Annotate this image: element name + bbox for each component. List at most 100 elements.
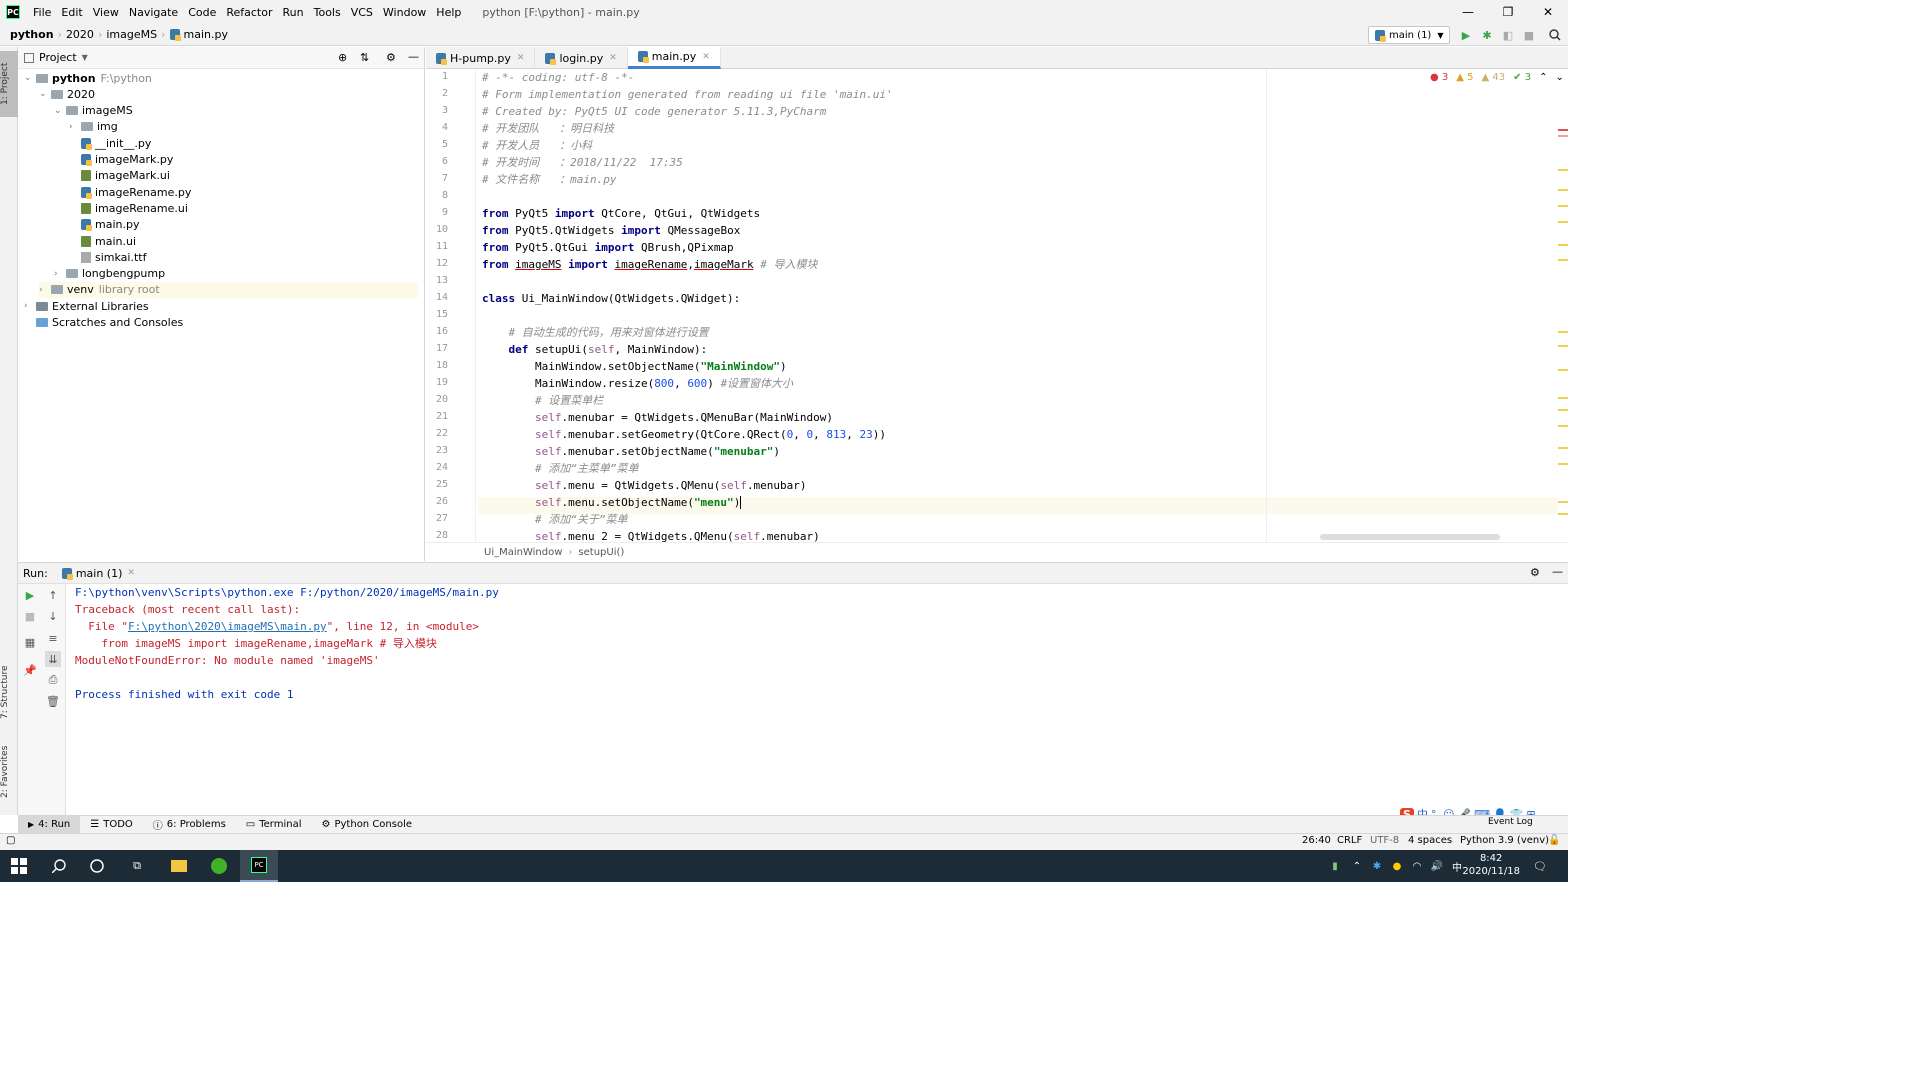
tree-item[interactable]: ⌄ python F:\python <box>24 70 152 86</box>
tree-item[interactable]: imageRename.ui <box>69 200 188 216</box>
battery-icon[interactable]: ▮ <box>1328 850 1342 882</box>
tab-event-log[interactable]: Event Log <box>1488 817 1533 827</box>
chevron-down-icon[interactable]: ⌄ <box>24 73 36 83</box>
menu-file[interactable]: File <box>28 6 56 19</box>
layout-toggle-icon[interactable]: ▢ <box>6 835 15 846</box>
inspection-widget[interactable]: ● 3 ▲ 5 ▲ 43 ✔ 3 ⌃ ⌄ <box>1430 72 1564 83</box>
gear-icon[interactable]: ⚙ <box>1530 566 1540 579</box>
breadcrumb-2020[interactable]: 2020 <box>66 28 94 41</box>
debug-icon[interactable]: ✱ <box>1480 28 1494 42</box>
tree-item[interactable]: simkai.ttf <box>69 249 146 265</box>
run-configuration-select[interactable]: main (1) ▼ <box>1368 26 1450 44</box>
tab-login-py[interactable]: login.py ✕ <box>535 47 628 69</box>
hide-panel-icon[interactable]: — <box>408 50 419 63</box>
chevron-right-icon[interactable]: › <box>24 301 36 311</box>
collapse-all-icon[interactable]: ⇅ <box>360 51 369 64</box>
tree-item[interactable]: Scratches and Consoles <box>24 315 183 331</box>
menu-refactor[interactable]: Refactor <box>221 6 277 19</box>
breadcrumb-main-py[interactable]: main.py <box>184 28 228 41</box>
menu-run[interactable]: Run <box>278 6 309 19</box>
chevron-down-icon[interactable]: ⌄ <box>54 106 66 116</box>
tree-item[interactable]: › venv library root <box>39 281 418 298</box>
tab-problems[interactable]: ⓘ 6: Problems <box>143 816 236 834</box>
rerun-icon[interactable]: ▶ <box>22 587 38 603</box>
close-icon[interactable]: ✕ <box>517 53 525 63</box>
arrow-down-icon[interactable]: ↓ <box>45 608 61 624</box>
tree-item[interactable]: › longbengpump <box>54 266 165 282</box>
bluetooth-icon[interactable]: ✱ <box>1370 850 1384 882</box>
menu-vcs[interactable]: VCS <box>346 6 378 19</box>
system-clock[interactable]: 8:42 2020/11/18 <box>1462 852 1520 878</box>
coverage-icon[interactable]: ◧ <box>1501 28 1515 42</box>
chevron-right-icon[interactable]: › <box>39 285 51 295</box>
breadcrumb-imagems[interactable]: imageMS <box>106 28 157 41</box>
chevron-right-icon[interactable]: › <box>54 269 66 279</box>
task-view-icon[interactable]: ⧉ <box>118 850 156 882</box>
error-stripe[interactable] <box>1556 69 1568 542</box>
chevron-down-icon[interactable]: ⌄ <box>39 89 51 99</box>
close-icon[interactable]: ✕ <box>609 53 617 63</box>
chevron-up-icon[interactable]: ⌃ <box>1350 850 1364 882</box>
tree-item[interactable]: imageRename.py <box>69 184 191 200</box>
close-icon[interactable]: ✕ <box>702 52 710 62</box>
breadcrumb-class[interactable]: Ui_MainWindow <box>484 547 562 558</box>
indent-setting[interactable]: 4 spaces <box>1408 835 1452 846</box>
close-icon[interactable]: ✕ <box>1528 0 1568 24</box>
cortana-icon[interactable] <box>78 850 116 882</box>
project-view-select[interactable]: Project <box>39 51 77 64</box>
notification-icon[interactable]: 🗨 <box>1530 850 1550 882</box>
tree-item[interactable]: __init__.py <box>69 135 151 151</box>
tree-item[interactable]: main.py <box>69 217 139 233</box>
caret-position[interactable]: 26:40 <box>1302 835 1331 846</box>
console-output[interactable]: F:\python\venv\Scripts\python.exe F:/pyt… <box>70 584 1560 814</box>
volume-icon[interactable]: 🔊 <box>1430 850 1444 882</box>
lock-icon[interactable]: 🔓 <box>1548 835 1560 846</box>
windows-start-icon[interactable] <box>0 850 38 882</box>
menu-navigate[interactable]: Navigate <box>124 6 183 19</box>
code-editor[interactable]: # -*- coding: utf-8 -*- # Form implement… <box>478 69 1558 542</box>
python-interpreter[interactable]: Python 3.9 (venv) <box>1460 835 1549 846</box>
chevron-right-icon[interactable]: › <box>69 122 81 132</box>
arrow-up-icon[interactable]: ↑ <box>45 587 61 603</box>
trash-icon[interactable]: 🗑 <box>45 693 61 709</box>
horizontal-scrollbar[interactable] <box>1320 534 1500 540</box>
breadcrumb-method[interactable]: setupUi() <box>578 547 624 558</box>
soft-wrap-icon[interactable]: ≡ <box>45 630 61 646</box>
tab-favorites[interactable]: 2: Favorites <box>0 737 18 807</box>
stop-icon[interactable]: ■ <box>1522 28 1536 42</box>
search-icon[interactable] <box>1548 28 1562 42</box>
tree-item[interactable]: imageMark.ui <box>69 168 170 184</box>
tab-terminal[interactable]: ▭ Terminal <box>236 816 312 834</box>
tab-main-py[interactable]: main.py ✕ <box>627 47 721 69</box>
tree-item[interactable]: ⌄ imageMS <box>54 103 133 119</box>
minimize-icon[interactable]: — <box>1448 0 1488 24</box>
line-separator[interactable]: CRLF <box>1337 835 1362 846</box>
layout-icon[interactable]: ▦ <box>22 634 38 650</box>
locate-icon[interactable]: ⊕ <box>338 51 347 64</box>
tab-run[interactable]: ▶ 4: Run <box>18 815 81 834</box>
run-tab-label[interactable]: main (1) <box>76 567 123 580</box>
scroll-to-end-icon[interactable]: ⇊ <box>45 651 61 667</box>
gear-icon[interactable]: ⚙ <box>386 51 396 64</box>
tab-python-console[interactable]: ⚙ Python Console <box>312 816 423 834</box>
stop-icon[interactable]: ■ <box>22 608 38 624</box>
wifi-icon[interactable]: ◠ <box>1410 850 1424 882</box>
tab-structure[interactable]: 7: Structure <box>0 657 18 727</box>
tree-item[interactable]: main.ui <box>69 233 136 249</box>
tab-h-pump-py[interactable]: H-pump.py ✕ <box>426 47 536 69</box>
tree-item[interactable]: ⌄ 2020 <box>39 86 95 102</box>
menu-code[interactable]: Code <box>183 6 221 19</box>
menu-edit[interactable]: Edit <box>56 6 87 19</box>
menu-window[interactable]: Window <box>378 6 431 19</box>
print-icon[interactable]: ⎙ <box>45 672 61 688</box>
pycharm-taskbar-icon[interactable]: PC <box>240 850 278 882</box>
menu-view[interactable]: View <box>88 6 124 19</box>
file-encoding[interactable]: UTF-8 <box>1370 835 1399 846</box>
file-link[interactable]: F:\python\2020\imageMS\main.py <box>128 620 327 633</box>
run-icon[interactable]: ▶ <box>1459 28 1473 42</box>
tree-item[interactable]: imageMark.py <box>69 152 173 168</box>
browser-icon[interactable] <box>200 850 238 882</box>
tab-todo[interactable]: ☰ TODO <box>80 816 143 834</box>
tree-item[interactable]: › External Libraries <box>24 298 149 314</box>
search-icon[interactable] <box>40 850 78 882</box>
